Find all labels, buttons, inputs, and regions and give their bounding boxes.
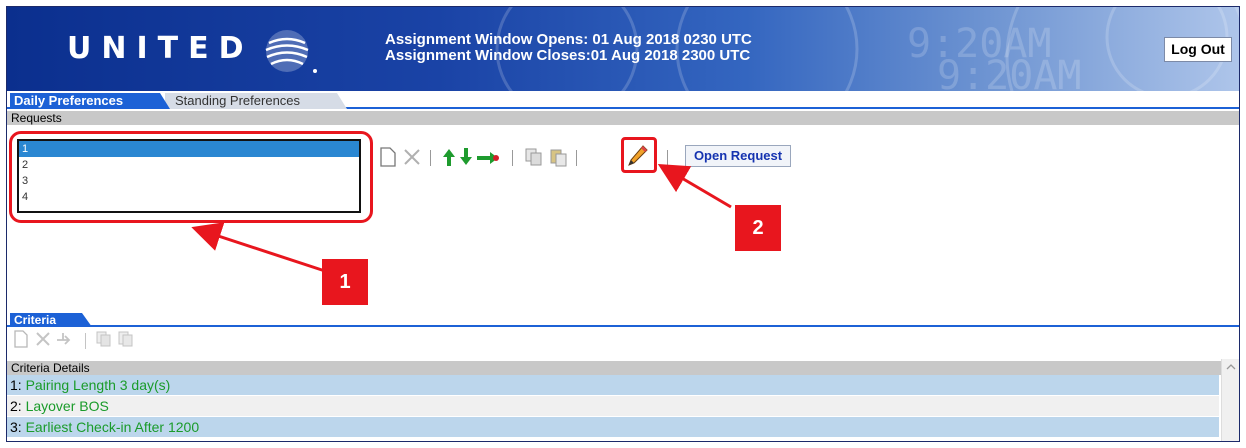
background-clock-digits-2: 9:20AM bbox=[937, 53, 1082, 91]
assignment-opens-text: Assignment Window Opens: 01 Aug 2018 023… bbox=[385, 31, 752, 48]
criteria-delete-icon[interactable] bbox=[35, 330, 51, 348]
request-item[interactable]: 4 bbox=[19, 189, 359, 205]
move-right-arrow-icon[interactable] bbox=[476, 151, 500, 165]
toolbar-separator bbox=[576, 150, 577, 166]
annotation-badge-2: 2 bbox=[735, 205, 781, 251]
tab-bar: Standing Preferences Daily Preferences bbox=[7, 91, 1239, 109]
tab-daily-preferences[interactable]: Daily Preferences bbox=[10, 93, 170, 109]
scroll-up-chevron-icon[interactable] bbox=[1222, 359, 1240, 375]
requests-section-header: Requests bbox=[7, 111, 1239, 125]
united-globe-icon bbox=[265, 30, 317, 73]
criteria-row[interactable]: 2: Layover BOS bbox=[7, 396, 1219, 416]
annotation-badge-1: 1 bbox=[322, 259, 368, 305]
assignment-window-info: Assignment Window Opens: 01 Aug 2018 023… bbox=[385, 32, 752, 64]
criteria-row-text: Layover BOS bbox=[25, 398, 109, 414]
criteria-row-number: 2: bbox=[10, 398, 26, 414]
app-window: 9:20AM 9:20AM UNITED Assignment Window O… bbox=[6, 6, 1240, 442]
assignment-closes-text: Assignment Window Closes:01 Aug 2018 230… bbox=[385, 47, 751, 64]
request-item[interactable]: 3 bbox=[19, 173, 359, 189]
criteria-paste-icon[interactable] bbox=[117, 330, 135, 348]
tab-standing-preferences[interactable]: Standing Preferences bbox=[165, 93, 347, 109]
move-down-arrow-icon[interactable] bbox=[458, 147, 474, 167]
criteria-row-number: 3: bbox=[10, 419, 26, 435]
requests-list[interactable]: 1 2 3 4 bbox=[17, 139, 361, 213]
criteria-row-text: Pairing Length 3 day(s) bbox=[25, 377, 171, 393]
criteria-copy-icon[interactable] bbox=[95, 330, 113, 348]
move-up-arrow-icon[interactable] bbox=[441, 147, 457, 167]
toolbar-separator bbox=[430, 150, 431, 166]
united-logo-text: UNITED bbox=[67, 31, 254, 66]
toolbar-separator bbox=[85, 333, 86, 349]
criteria-row-text: Earliest Check-in After 1200 bbox=[25, 419, 200, 435]
criteria-details-header: Criteria Details bbox=[7, 361, 1239, 375]
criteria-tab-underline bbox=[7, 325, 1239, 327]
paste-icon[interactable] bbox=[548, 147, 568, 167]
new-document-icon[interactable] bbox=[379, 147, 397, 167]
open-request-button[interactable]: Open Request bbox=[685, 145, 791, 167]
copy-icon[interactable] bbox=[524, 147, 544, 167]
toolbar-separator bbox=[667, 150, 668, 166]
request-item[interactable]: 2 bbox=[19, 157, 359, 173]
criteria-row-number: 1: bbox=[10, 377, 26, 393]
header-banner: 9:20AM 9:20AM UNITED Assignment Window O… bbox=[7, 7, 1239, 91]
logout-button[interactable]: Log Out bbox=[1164, 37, 1232, 62]
delete-x-icon[interactable] bbox=[403, 148, 421, 166]
annotation-arrow-1 bbox=[191, 222, 326, 273]
background-clock-digits: 9:20AM bbox=[907, 21, 1052, 67]
criteria-row[interactable]: 1: Pairing Length 3 day(s) bbox=[7, 375, 1219, 395]
criteria-new-icon[interactable] bbox=[13, 330, 29, 348]
request-item[interactable]: 1 bbox=[19, 141, 359, 157]
annotation-arrow-2 bbox=[657, 163, 732, 209]
criteria-scrollbar[interactable] bbox=[1221, 359, 1240, 441]
pencil-edit-icon[interactable] bbox=[627, 144, 649, 168]
toolbar-separator bbox=[512, 150, 513, 166]
criteria-row[interactable]: 3: Earliest Check-in After 1200 bbox=[7, 417, 1219, 437]
tab-criteria[interactable]: Criteria bbox=[10, 313, 92, 327]
criteria-move-icon[interactable] bbox=[55, 330, 73, 348]
